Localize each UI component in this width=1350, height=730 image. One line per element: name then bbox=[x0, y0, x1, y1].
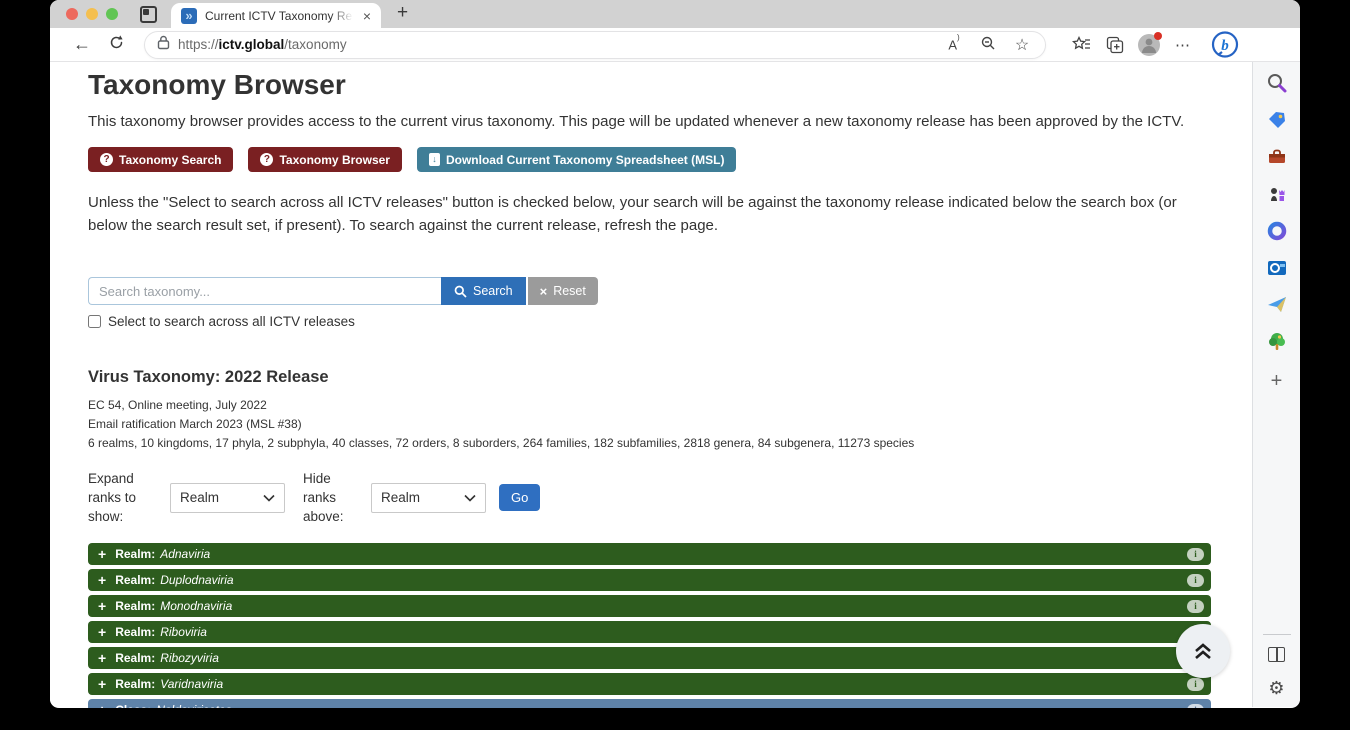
expand-ranks-select[interactable]: Realm bbox=[170, 483, 285, 513]
expand-plus-icon[interactable]: + bbox=[98, 676, 106, 692]
collections-icon[interactable] bbox=[1100, 31, 1130, 59]
expand-plus-icon[interactable]: + bbox=[98, 650, 106, 666]
release-meta-line: 6 realms, 10 kingdoms, 17 phyla, 2 subph… bbox=[88, 435, 1252, 451]
double-chevron-up-icon bbox=[1192, 641, 1214, 661]
close-window-button[interactable] bbox=[66, 8, 78, 20]
zoom-window-button[interactable] bbox=[106, 8, 118, 20]
address-bar[interactable]: https://ictv.global/taxonomy A) ☆ bbox=[144, 31, 1046, 59]
all-releases-checkbox-row: Select to search across all ICTV release… bbox=[88, 314, 1252, 329]
gear-icon[interactable]: ⚙ bbox=[1268, 678, 1284, 699]
rail-divider bbox=[1263, 634, 1291, 635]
release-meta-line: Email ratification March 2023 (MSL #38) bbox=[88, 416, 1252, 432]
expand-plus-icon[interactable]: + bbox=[98, 572, 106, 588]
sidebar-tree-icon[interactable] bbox=[1265, 330, 1289, 354]
info-icon[interactable]: i bbox=[1187, 600, 1204, 613]
profile-notification-dot bbox=[1154, 32, 1162, 40]
release-meta-line: EC 54, Online meeting, July 2022 bbox=[88, 397, 1252, 413]
read-aloud-icon[interactable]: A) bbox=[941, 37, 967, 52]
taxonomy-row[interactable]: + Realm: Monodnaviria i bbox=[88, 595, 1211, 617]
rank-controls: Expand ranks to show: Realm Hide ranks a… bbox=[88, 469, 1252, 526]
bing-discover-icon[interactable]: b bbox=[1210, 30, 1240, 60]
sidebar-outlook-icon[interactable] bbox=[1265, 256, 1289, 280]
sidebar-add-icon[interactable]: + bbox=[1265, 369, 1289, 393]
expand-plus-icon[interactable]: + bbox=[98, 624, 106, 640]
edge-sidebar-rail: + ⚙ bbox=[1252, 62, 1300, 707]
tab-close-icon[interactable]: × bbox=[361, 8, 373, 24]
expand-plus-icon[interactable]: + bbox=[98, 598, 106, 614]
sidebar-search-icon[interactable] bbox=[1265, 71, 1289, 95]
scroll-to-top-button[interactable] bbox=[1176, 624, 1230, 678]
question-circle-icon: ? bbox=[100, 153, 113, 166]
minimize-window-button[interactable] bbox=[86, 8, 98, 20]
search-icon bbox=[454, 285, 467, 298]
sidebar-tools-icon[interactable] bbox=[1265, 145, 1289, 169]
chevron-down-icon bbox=[464, 494, 476, 502]
active-tab[interactable]: » Current ICTV Taxonomy Releas × bbox=[171, 3, 381, 28]
page-content: Taxonomy Browser This taxonomy browser p… bbox=[50, 62, 1252, 707]
svg-text:b: b bbox=[1221, 38, 1229, 54]
all-releases-checkbox[interactable] bbox=[88, 315, 101, 328]
taxonomy-browser-button[interactable]: ? Taxonomy Browser bbox=[248, 147, 401, 172]
new-tab-button[interactable]: + bbox=[397, 2, 408, 24]
taxonomy-row[interactable]: + Class: Naldaviricetes i bbox=[88, 699, 1211, 708]
lock-icon[interactable] bbox=[157, 35, 170, 55]
chevron-down-icon bbox=[263, 494, 275, 502]
search-button[interactable]: Search bbox=[441, 277, 526, 305]
taxonomy-list: + Realm: Adnaviria i + Realm: Duplodnavi… bbox=[88, 543, 1211, 708]
taxonomy-row[interactable]: + Realm: Adnaviria i bbox=[88, 543, 1211, 565]
page-title: Taxonomy Browser bbox=[88, 68, 1252, 102]
intro-text: This taxonomy browser provides access to… bbox=[88, 111, 1252, 133]
nav-button-row: ? Taxonomy Search ? Taxonomy Browser ↓ D… bbox=[88, 147, 1252, 172]
sidebar-shopping-tag-icon[interactable] bbox=[1265, 108, 1289, 132]
expand-ranks-label: Expand ranks to show: bbox=[88, 469, 160, 526]
all-releases-checkbox-label[interactable]: Select to search across all ICTV release… bbox=[108, 314, 355, 329]
sidebar-games-icon[interactable] bbox=[1265, 182, 1289, 206]
info-icon[interactable]: i bbox=[1187, 548, 1204, 561]
split-screen-icon[interactable] bbox=[1268, 647, 1285, 662]
taxonomy-row[interactable]: + Realm: Varidnaviria i bbox=[88, 673, 1211, 695]
download-msl-button[interactable]: ↓ Download Current Taxonomy Spreadsheet … bbox=[417, 147, 736, 172]
x-icon: × bbox=[540, 284, 548, 299]
expand-plus-icon[interactable]: + bbox=[98, 546, 106, 562]
macos-traffic-lights bbox=[50, 0, 132, 28]
info-icon[interactable]: i bbox=[1187, 704, 1204, 709]
toolbar-icons: ⋯ bbox=[1066, 31, 1198, 59]
sidebar-microsoft365-icon[interactable] bbox=[1265, 219, 1289, 243]
settings-more-icon[interactable]: ⋯ bbox=[1168, 31, 1198, 59]
info-icon[interactable]: i bbox=[1187, 574, 1204, 587]
hide-ranks-label: Hide ranks above: bbox=[303, 469, 361, 526]
search-input[interactable] bbox=[88, 277, 441, 305]
release-meta: EC 54, Online meeting, July 2022 Email r… bbox=[88, 397, 1252, 451]
file-download-icon: ↓ bbox=[429, 153, 440, 166]
url-text[interactable]: https://ictv.global/taxonomy bbox=[178, 37, 933, 52]
browser-window: » Current ICTV Taxonomy Releas × + ← htt… bbox=[50, 0, 1300, 708]
info-icon[interactable]: i bbox=[1187, 678, 1204, 691]
ictv-favicon-icon: » bbox=[181, 8, 197, 24]
favorite-star-icon[interactable]: ☆ bbox=[1009, 35, 1035, 55]
reset-button[interactable]: × Reset bbox=[528, 277, 598, 305]
question-circle-icon: ? bbox=[260, 153, 273, 166]
favorites-bar-icon[interactable] bbox=[1066, 31, 1096, 59]
tab-overview-icon[interactable] bbox=[140, 6, 157, 23]
back-button[interactable]: ← bbox=[68, 34, 96, 55]
hide-ranks-select[interactable]: Realm bbox=[371, 483, 486, 513]
profile-avatar[interactable] bbox=[1134, 31, 1164, 59]
reload-button[interactable] bbox=[102, 34, 130, 56]
release-heading: Virus Taxonomy: 2022 Release bbox=[88, 368, 1252, 387]
search-note-text: Unless the "Select to search across all … bbox=[88, 191, 1188, 237]
taxonomy-row[interactable]: + Realm: Ribozyviria i bbox=[88, 647, 1211, 669]
search-row: Search × Reset bbox=[88, 277, 1252, 305]
expand-plus-icon[interactable]: + bbox=[98, 702, 106, 708]
taxonomy-row[interactable]: + Realm: Riboviria i bbox=[88, 621, 1211, 643]
taxonomy-row[interactable]: + Realm: Duplodnaviria i bbox=[88, 569, 1211, 591]
sidebar-drop-icon[interactable] bbox=[1265, 293, 1289, 317]
browser-toolbar: ← https://ictv.global/taxonomy A) ☆ bbox=[50, 28, 1300, 62]
taxonomy-search-button[interactable]: ? Taxonomy Search bbox=[88, 147, 233, 172]
tab-title: Current ICTV Taxonomy Releas bbox=[205, 9, 353, 23]
tab-strip: » Current ICTV Taxonomy Releas × + bbox=[50, 0, 1300, 28]
zoom-out-icon[interactable] bbox=[975, 35, 1001, 54]
go-button[interactable]: Go bbox=[499, 484, 540, 511]
